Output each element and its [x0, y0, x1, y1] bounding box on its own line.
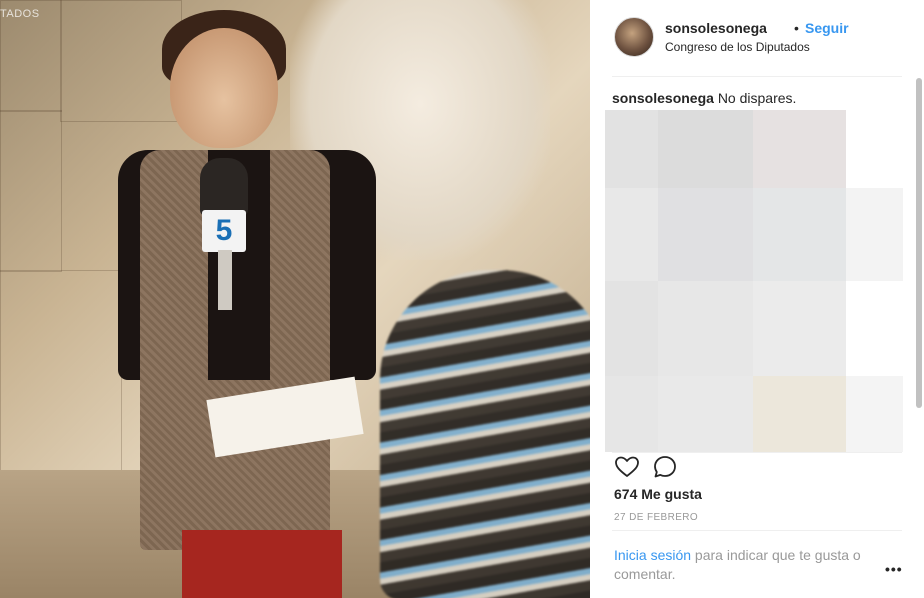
- caption-username[interactable]: sonsolesonega: [612, 90, 714, 106]
- wall-tile: [0, 110, 62, 272]
- heart-icon[interactable]: [614, 454, 640, 480]
- blurred-comments-area: [605, 110, 905, 452]
- microphone-flag-logo: 5: [202, 210, 246, 252]
- footer-divider: [612, 530, 902, 531]
- foreground-microphone: [380, 270, 590, 598]
- likes-count[interactable]: 674 Me gusta: [614, 486, 702, 502]
- header-divider: [612, 76, 902, 77]
- post-actions: [612, 452, 902, 482]
- post-sidebar: sonsolesonega • Seguir Congreso de los D…: [590, 0, 924, 598]
- username-link[interactable]: sonsolesonega: [665, 20, 767, 36]
- microphone-head: [200, 158, 248, 216]
- post-date[interactable]: 27 DE FEBRERO: [614, 512, 698, 523]
- login-prompt: Inicia sesión para indicar que te gusta …: [614, 546, 884, 584]
- caption: sonsolesonega No dispares.: [612, 90, 796, 106]
- post-photo[interactable]: TADOS 5: [0, 0, 590, 598]
- reporter-face: [170, 28, 278, 148]
- post-header: sonsolesonega • Seguir Congreso de los D…: [612, 16, 912, 60]
- more-options-icon[interactable]: •••: [885, 561, 903, 577]
- login-link[interactable]: Inicia sesión: [614, 547, 691, 563]
- comment-icon[interactable]: [652, 454, 678, 480]
- separator-dot: •: [794, 20, 799, 36]
- caption-text: No dispares.: [717, 90, 797, 106]
- reporter-trousers: [182, 530, 342, 598]
- comments-scrollbar[interactable]: [916, 78, 922, 408]
- follow-button[interactable]: Seguir: [805, 20, 849, 36]
- avatar[interactable]: [614, 17, 654, 57]
- wall-tile: [0, 270, 122, 472]
- location-link[interactable]: Congreso de los Diputados: [665, 40, 810, 54]
- wall-lettering: TADOS: [0, 8, 40, 20]
- microphone-handle: [218, 250, 232, 310]
